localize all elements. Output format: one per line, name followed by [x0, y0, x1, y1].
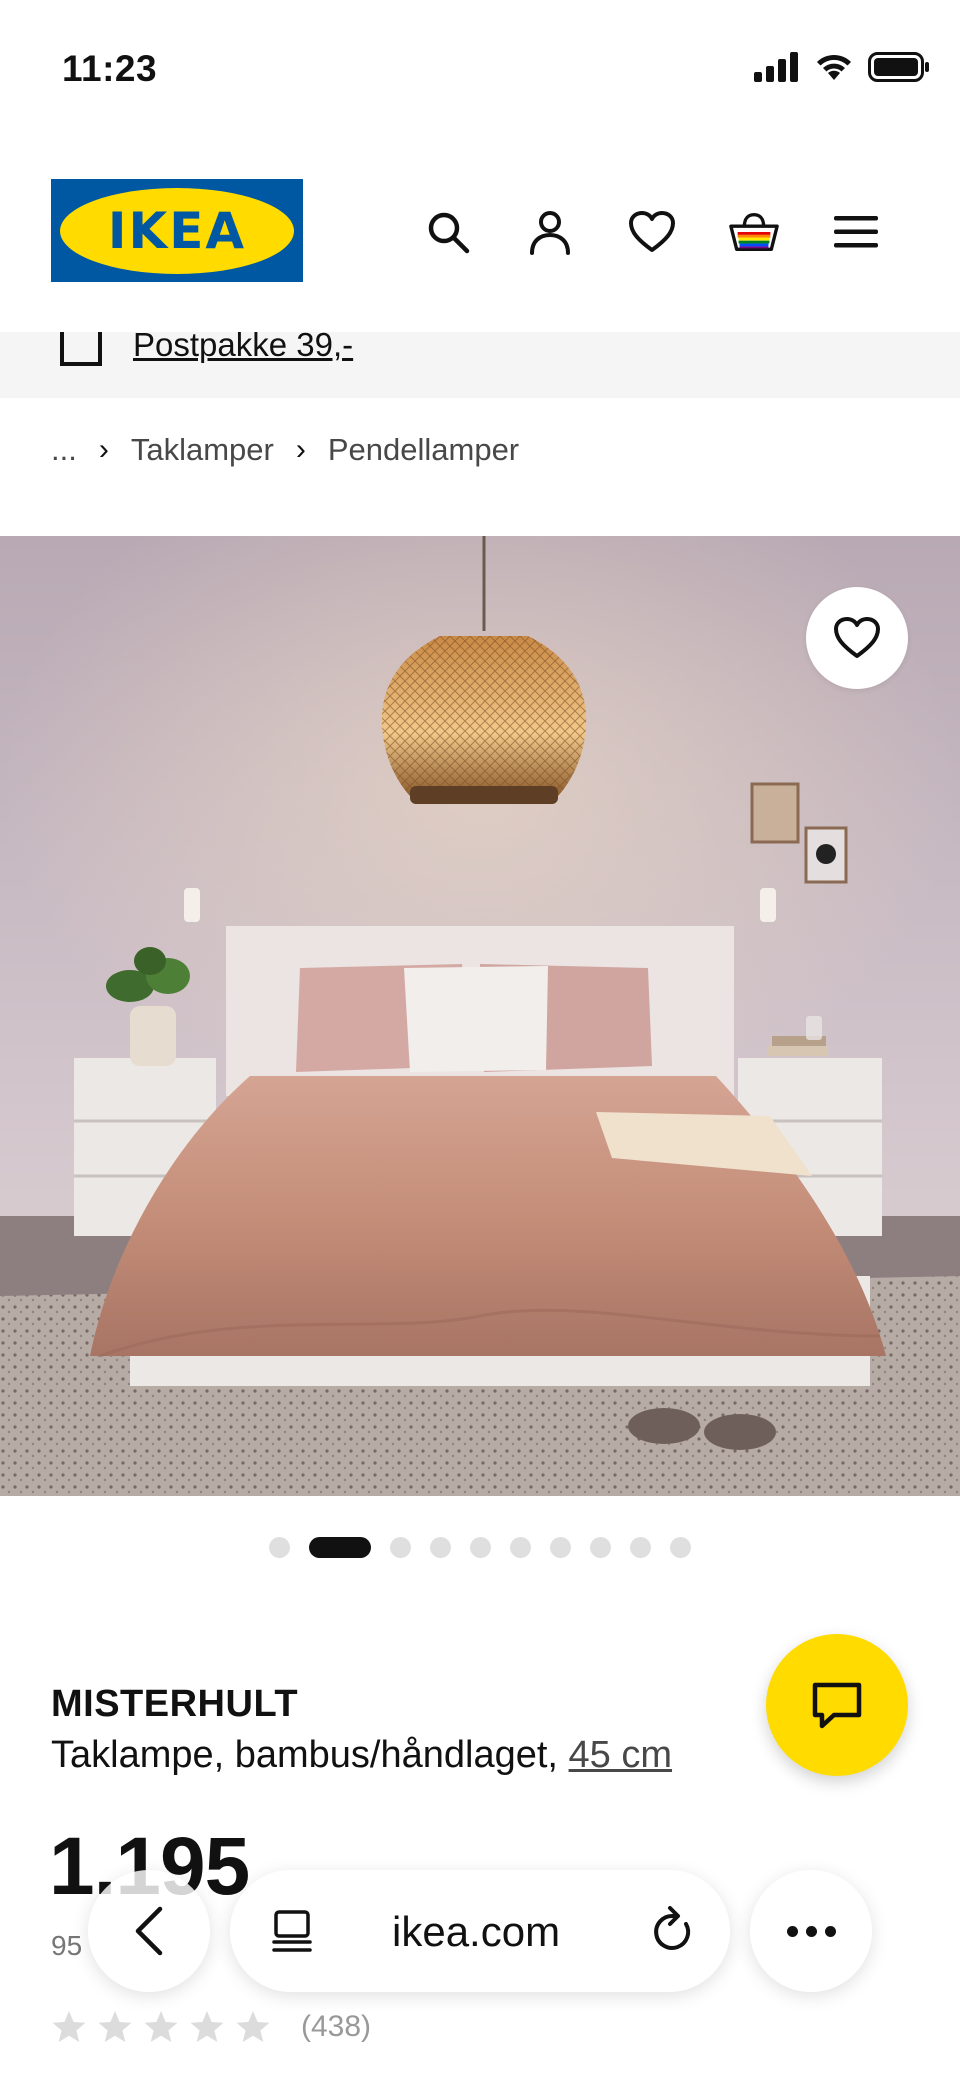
- product-name: MISTERHULT: [51, 1683, 299, 1725]
- star-icon: [144, 2011, 178, 2042]
- logo-text: IKEA: [107, 201, 247, 260]
- back-button[interactable]: [88, 1870, 210, 1992]
- chevron-left-icon: [135, 1906, 163, 1956]
- more-dot: [786, 1925, 798, 1937]
- delivery-link[interactable]: Postpakke 39,-: [133, 332, 353, 364]
- more-options-button[interactable]: [750, 1870, 872, 1992]
- battery-icon: [868, 52, 929, 82]
- heart-icon: [834, 617, 880, 658]
- gallery-dot[interactable]: [269, 1536, 290, 1558]
- review-count: (438): [301, 2010, 372, 2043]
- breadcrumb-ellipsis[interactable]: ...: [51, 432, 77, 468]
- breadcrumb-item-pendellamper[interactable]: Pendellamper: [328, 432, 519, 468]
- product-description: Taklampe, bambus/håndlaget, 45 cm: [51, 1734, 672, 1777]
- gallery-dot[interactable]: [550, 1536, 571, 1558]
- menu-icon[interactable]: [830, 206, 882, 258]
- gallery-dot[interactable]: [390, 1536, 411, 1558]
- rating-stars: [51, 2010, 271, 2044]
- star-icon: [190, 2011, 224, 2042]
- user-icon[interactable]: [524, 206, 576, 258]
- status-bar: 11:23: [0, 0, 960, 140]
- more-dot: [824, 1925, 836, 1937]
- star-icon: [52, 2011, 86, 2042]
- breadcrumb: ... › Taklamper › Pendellamper: [51, 428, 519, 472]
- gallery-dot[interactable]: [510, 1536, 531, 1558]
- product-image[interactable]: [0, 536, 960, 1496]
- star-icon: [236, 2011, 270, 2042]
- url-text: ikea.com: [392, 1908, 561, 1955]
- wifi-icon: [817, 54, 851, 80]
- star-icon: [98, 2011, 132, 2042]
- more-dot: [805, 1925, 817, 1937]
- gallery-dot[interactable]: [630, 1536, 651, 1558]
- browser-toolbar: ikea.com: [0, 1860, 960, 2000]
- heart-icon[interactable]: [626, 206, 678, 258]
- gallery-dot[interactable]: [590, 1536, 611, 1558]
- site-header: IKEA: [0, 140, 960, 332]
- bedroom-scene-image: [0, 536, 960, 1496]
- cart-icon[interactable]: [728, 206, 780, 258]
- chat-bubble-icon: [812, 1682, 862, 1729]
- gallery-dot[interactable]: [670, 1536, 691, 1558]
- gallery-pagination: [0, 1536, 960, 1558]
- package-icon: [60, 332, 102, 366]
- cellular-signal-icon: [754, 52, 798, 82]
- chevron-right-icon: ›: [98, 433, 109, 466]
- product-size-link[interactable]: 45 cm: [569, 1734, 672, 1776]
- search-icon[interactable]: [422, 206, 474, 258]
- chat-button[interactable]: [766, 1634, 908, 1776]
- add-to-favourites-button[interactable]: [806, 587, 908, 689]
- product-rating[interactable]: (438): [51, 2010, 371, 2044]
- tabs-icon: [272, 1910, 312, 1952]
- ikea-logo[interactable]: IKEA: [51, 179, 303, 282]
- breadcrumb-item-taklamper[interactable]: Taklamper: [131, 432, 274, 468]
- reload-icon[interactable]: [650, 1906, 696, 1956]
- address-bar[interactable]: ikea.com: [230, 1870, 730, 1992]
- chevron-right-icon: ›: [295, 433, 306, 466]
- gallery-dot[interactable]: [430, 1536, 451, 1558]
- gallery-dot[interactable]: [470, 1536, 491, 1558]
- product-description-text: Taklampe, bambus/håndlaget,: [51, 1734, 569, 1776]
- gallery-dot[interactable]: [309, 1536, 371, 1558]
- status-icons: [754, 52, 930, 82]
- delivery-info-strip: Postpakke 39,-: [0, 332, 960, 398]
- logo-oval: IKEA: [60, 187, 294, 274]
- status-time: 11:23: [62, 48, 158, 89]
